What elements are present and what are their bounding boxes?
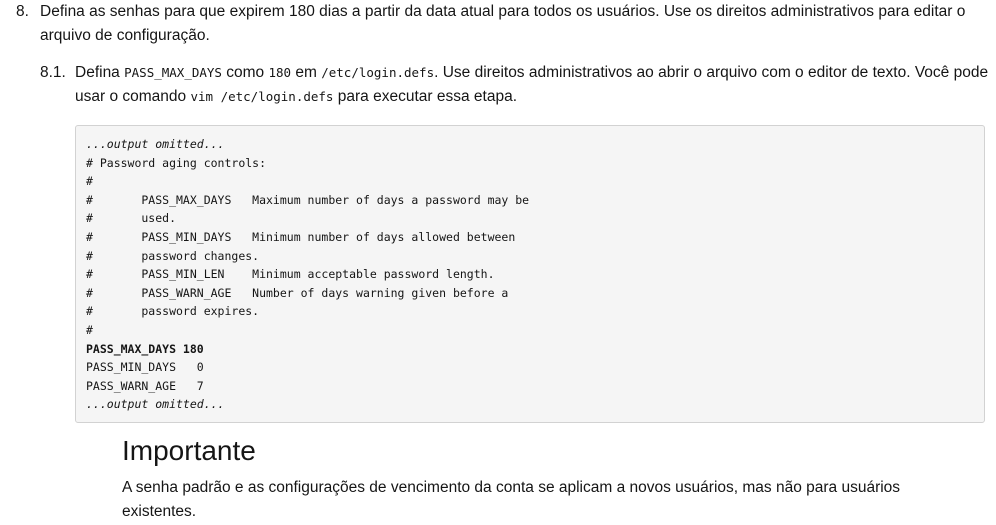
code-line: # PASS_WARN_AGE Number of days warning g… — [86, 285, 509, 300]
substep-text-part: em — [291, 64, 322, 81]
code-line: # — [86, 174, 93, 189]
substep-text-part: como — [221, 64, 269, 81]
code-line: # used. — [86, 211, 177, 226]
code-block: ...output omitted... # Password aging co… — [75, 125, 985, 423]
inline-code-command: vim /etc/login.defs — [190, 89, 334, 104]
step-number: 8. — [16, 3, 29, 20]
inline-code-pass-max-days: PASS_MAX_DAYS — [124, 65, 222, 80]
code-line: # PASS_MIN_DAYS Minimum number of days a… — [86, 229, 516, 244]
note-text: A senha padrão e as configurações de ven… — [122, 479, 901, 520]
substep-text-part: Defina — [75, 64, 125, 81]
code-line: # PASS_MAX_DAYS Maximum number of days a… — [86, 192, 530, 207]
step-text: Defina as senhas para que expirem 180 di… — [40, 3, 966, 44]
note-title: Importante — [122, 435, 256, 466]
code-line: # PASS_MIN_LEN Minimum acceptable passwo… — [86, 267, 495, 282]
code-line: ...output omitted... — [86, 137, 225, 151]
code-line: # password changes. — [86, 248, 260, 263]
code-line: PASS_MIN_DAYS 0 — [86, 360, 204, 375]
code-line: PASS_WARN_AGE 7 — [86, 378, 204, 393]
code-line: # Password aging controls: — [86, 155, 267, 170]
substep-number: 8.1. — [40, 64, 66, 81]
code-line: ...output omitted... — [86, 397, 225, 412]
code-line: # password expires. — [86, 304, 260, 319]
substep-text: Defina PASS_MAX_DAYS como 180 em /etc/lo… — [75, 61, 990, 109]
code-line-highlighted: PASS_MAX_DAYS 180 — [86, 341, 204, 356]
inline-code-value: 180 — [268, 65, 292, 80]
code-line: # — [86, 322, 93, 337]
substep-text-part: para executar essa etapa. — [333, 88, 518, 105]
inline-code-file-path: /etc/login.defs — [321, 65, 435, 80]
